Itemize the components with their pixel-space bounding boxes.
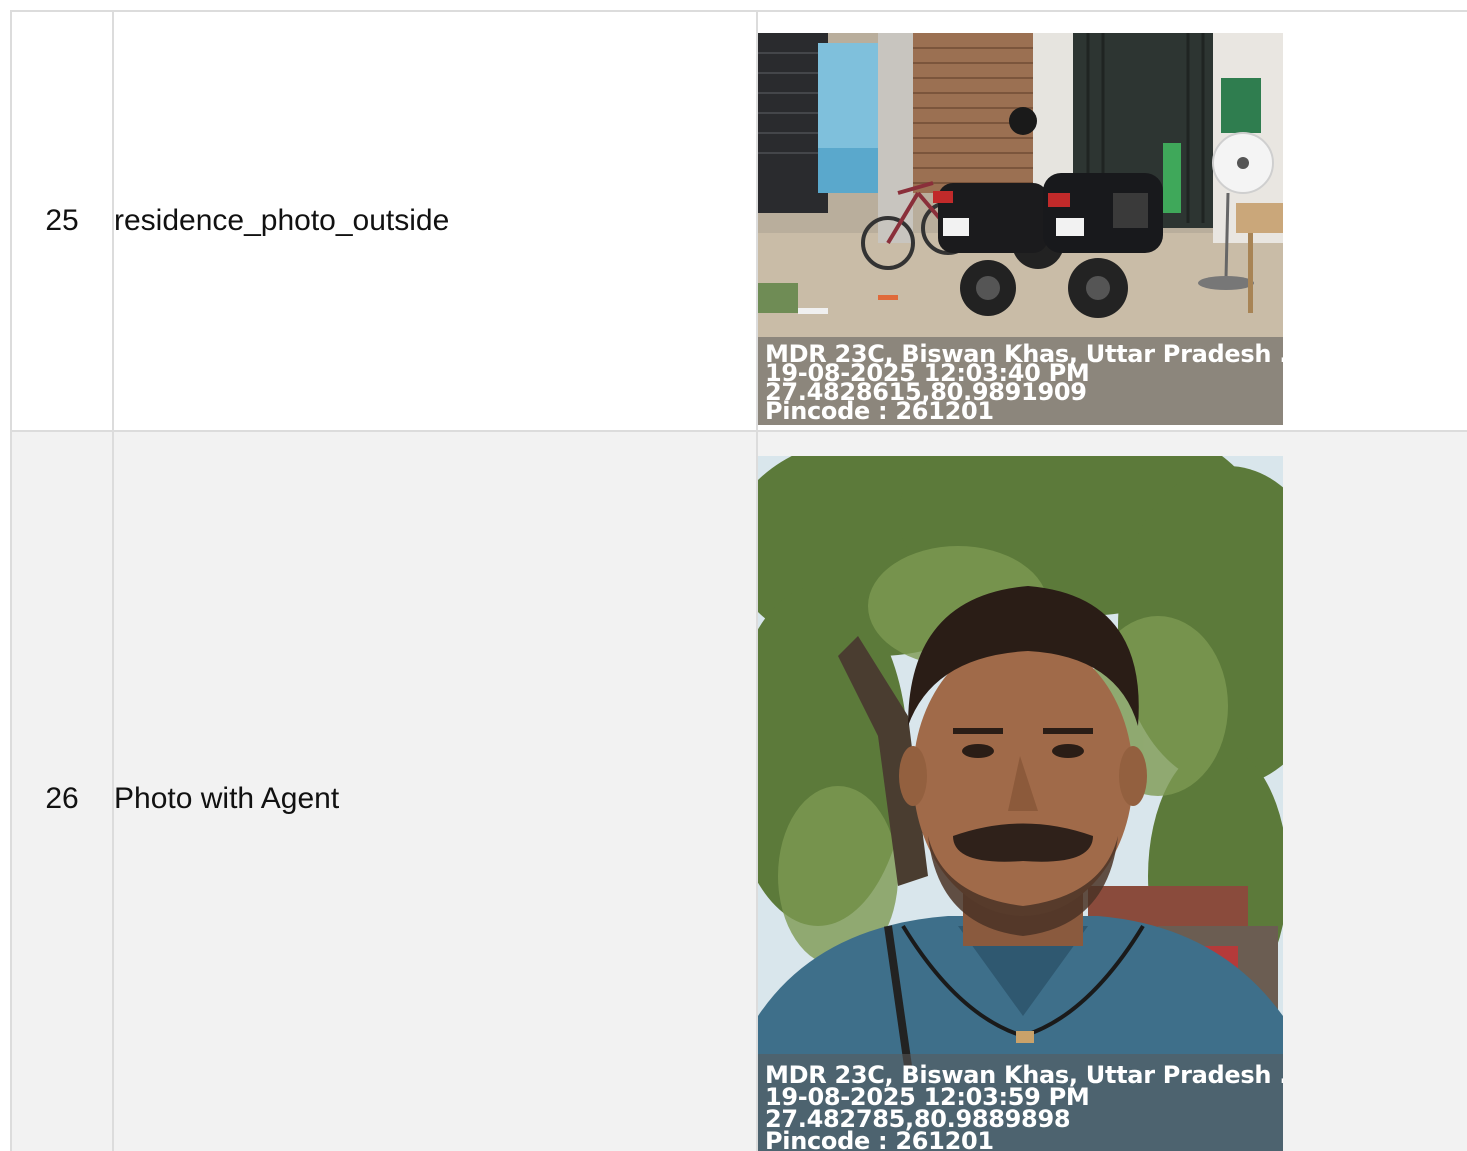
photo-table: 25 residence_photo_outside MDR 23C, Bisw…	[10, 10, 1467, 1151]
geo-stamp: MDR 23C, Biswan Khas, Uttar Pradesh ... …	[758, 336, 1283, 425]
photo-cell: MDR 23C, Biswan Khas, Uttar Pradesh ... …	[756, 10, 1467, 432]
row-number: 26	[10, 430, 114, 1151]
stamp-pincode: Pincode : 261201	[765, 1127, 994, 1151]
document-page: 25 residence_photo_outside MDR 23C, Bisw…	[0, 0, 1467, 1151]
table-row: 26 Photo with Agent MDR 23C, Biswan Khas…	[10, 430, 1467, 1151]
table-row: 25 residence_photo_outside MDR 23C, Bisw…	[10, 10, 1467, 432]
agent-photo-scene	[758, 456, 1283, 1151]
photo-cell: MDR 23C, Biswan Khas, Uttar Pradesh ... …	[756, 430, 1467, 1151]
agent-photo[interactable]: MDR 23C, Biswan Khas, Uttar Pradesh ... …	[758, 456, 1283, 1151]
residence-photo[interactable]: MDR 23C, Biswan Khas, Uttar Pradesh ... …	[758, 32, 1283, 425]
geo-stamp: MDR 23C, Biswan Khas, Uttar Pradesh ... …	[758, 1054, 1283, 1151]
row-number: 25	[10, 10, 114, 432]
row-label: residence_photo_outside	[112, 10, 758, 432]
row-label: Photo with Agent	[112, 430, 758, 1151]
